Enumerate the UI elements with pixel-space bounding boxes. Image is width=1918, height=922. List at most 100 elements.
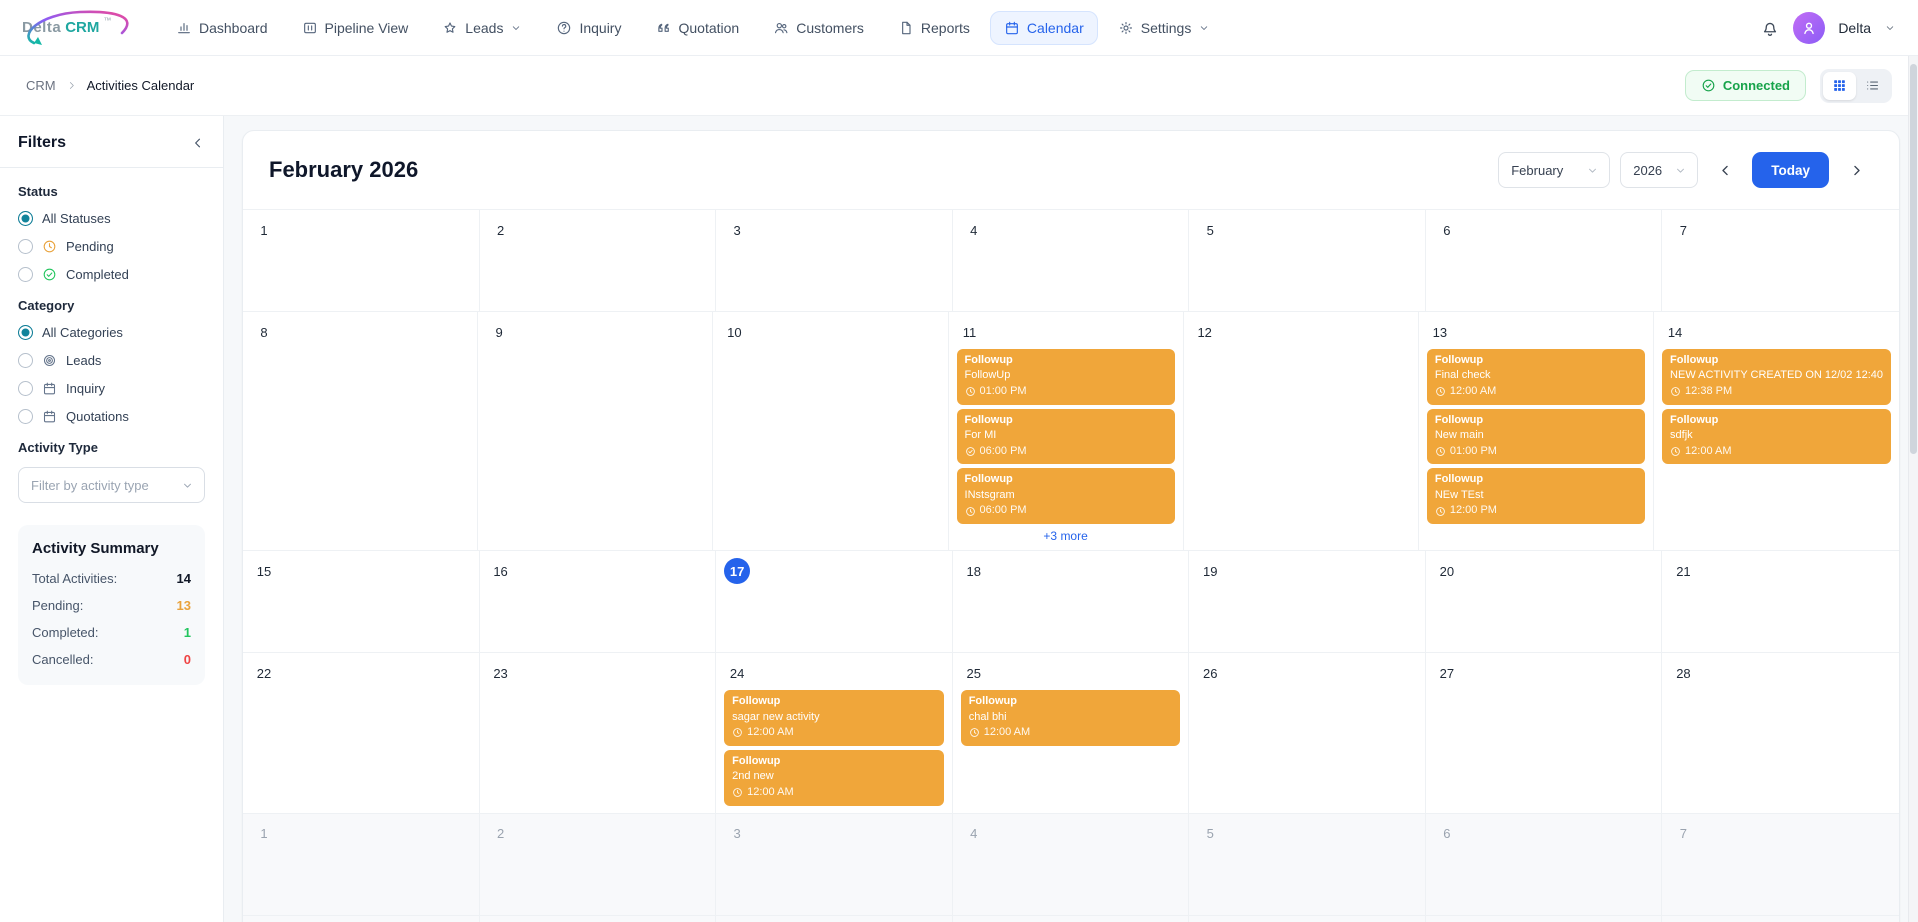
user-name[interactable]: Delta <box>1838 20 1871 36</box>
nav-item-pipeline-view[interactable]: Pipeline View <box>288 11 423 45</box>
day-cell[interactable]: 28 <box>1662 653 1899 812</box>
day-cell[interactable]: 25Followupchal bhi12:00 AM <box>953 653 1190 812</box>
radio-indicator[interactable] <box>18 353 33 368</box>
month-select[interactable]: February <box>1498 152 1610 188</box>
day-cell[interactable]: 3 <box>716 814 953 915</box>
day-cell[interactable]: 23 <box>480 653 717 812</box>
nav-item-inquiry[interactable]: Inquiry <box>542 11 635 45</box>
day-cell[interactable]: 12 <box>1189 916 1426 922</box>
nav-item-calendar[interactable]: Calendar <box>990 11 1098 45</box>
nav-item-leads[interactable]: Leads <box>428 11 536 45</box>
day-cell[interactable]: 1 <box>243 210 480 311</box>
radio-option-leads[interactable]: Leads <box>18 353 205 368</box>
day-cell[interactable]: 11 <box>953 916 1190 922</box>
grid-view-button[interactable] <box>1823 72 1856 100</box>
day-cell[interactable]: 2 <box>480 814 717 915</box>
avatar[interactable] <box>1793 12 1825 44</box>
day-cell[interactable]: 21 <box>1662 551 1899 652</box>
event-chip[interactable]: FollowupNew main01:00 PM <box>1427 409 1645 465</box>
day-cell[interactable]: 2 <box>480 210 717 311</box>
day-cell[interactable]: 22 <box>243 653 480 812</box>
day-cell[interactable]: 7 <box>1662 814 1899 915</box>
user-menu-chevron-down-icon[interactable] <box>1884 22 1896 34</box>
day-cell[interactable]: 14FollowupNEW ACTIVITY CREATED ON 12/02 … <box>1654 312 1899 550</box>
summary-row-label: Total Activities: <box>32 571 117 586</box>
day-cell[interactable]: 24Followupsagar new activity12:00 AMFoll… <box>716 653 953 812</box>
event-type: Followup <box>1435 353 1637 368</box>
day-cell[interactable]: 13 <box>1426 916 1663 922</box>
day-cell[interactable]: 9 <box>478 312 713 550</box>
event-chip[interactable]: FollowupFinal check12:00 AM <box>1427 349 1645 405</box>
day-cell[interactable]: 12 <box>1184 312 1419 550</box>
radio-indicator[interactable] <box>18 267 33 282</box>
day-cell[interactable]: 10 <box>716 916 953 922</box>
bell-icon[interactable] <box>1760 18 1780 38</box>
today-button[interactable]: Today <box>1752 152 1829 188</box>
event-chip[interactable]: Followup2nd new12:00 AM <box>724 750 944 806</box>
chevron-down-icon <box>1674 164 1687 177</box>
radio-indicator[interactable] <box>18 239 33 254</box>
day-cell[interactable]: 7 <box>1662 210 1899 311</box>
collapse-sidebar-chevron-left-icon[interactable] <box>191 136 205 150</box>
nav-item-quotation[interactable]: Quotation <box>641 11 753 45</box>
activity-type-select[interactable]: Filter by activity type <box>18 467 205 503</box>
radio-option-quotations[interactable]: Quotations <box>18 409 205 424</box>
radio-indicator[interactable] <box>18 409 33 424</box>
more-events-link[interactable]: +3 more <box>957 529 1175 543</box>
radio-indicator[interactable] <box>18 325 33 340</box>
radio-option-all-categories[interactable]: All Categories <box>18 325 205 340</box>
event-chip[interactable]: FollowupNEW ACTIVITY CREATED ON 12/02 12… <box>1662 349 1891 405</box>
day-cell[interactable]: 6 <box>1426 210 1663 311</box>
check-circle-icon <box>42 267 57 282</box>
next-month-button[interactable] <box>1839 153 1873 187</box>
radio-option-completed[interactable]: Completed <box>18 267 205 282</box>
day-cell[interactable]: 9 <box>480 916 717 922</box>
day-cell[interactable]: 5 <box>1189 210 1426 311</box>
day-cell[interactable]: 6 <box>1426 814 1663 915</box>
day-cell[interactable]: 18 <box>953 551 1190 652</box>
nav-item-customers[interactable]: Customers <box>759 11 878 45</box>
day-cell[interactable]: 11FollowupFollowUp01:00 PMFollowupFor MI… <box>949 312 1184 550</box>
prev-month-button[interactable] <box>1708 153 1742 187</box>
day-cell[interactable]: 20 <box>1426 551 1663 652</box>
day-cell[interactable]: 15 <box>243 551 480 652</box>
event-chip[interactable]: FollowupFollowUp01:00 PM <box>957 349 1175 405</box>
day-cell[interactable]: 19 <box>1189 551 1426 652</box>
radio-option-inquiry[interactable]: Inquiry <box>18 381 205 396</box>
day-cell[interactable]: 14 <box>1662 916 1899 922</box>
day-number: 6 <box>1434 821 1460 847</box>
event-chip[interactable]: FollowupNEw TEst12:00 PM <box>1427 468 1645 524</box>
nav-item-dashboard[interactable]: Dashboard <box>162 11 282 45</box>
nav-item-reports[interactable]: Reports <box>884 11 984 45</box>
nav-item-settings[interactable]: Settings <box>1104 11 1225 45</box>
day-cell[interactable]: 8 <box>243 916 480 922</box>
app-logo[interactable]: Delta CRM ™ <box>22 8 144 48</box>
day-cell[interactable]: 1 <box>243 814 480 915</box>
radio-option-all-statuses[interactable]: All Statuses <box>18 211 205 226</box>
event-chip[interactable]: FollowupINstsgram06:00 PM <box>957 468 1175 524</box>
day-cell[interactable]: 10 <box>713 312 948 550</box>
breadcrumb-root[interactable]: CRM <box>26 78 56 93</box>
radio-option-pending[interactable]: Pending <box>18 239 205 254</box>
day-cell[interactable]: 17 <box>716 551 953 652</box>
day-cell[interactable]: 26 <box>1189 653 1426 812</box>
radio-indicator[interactable] <box>18 381 33 396</box>
event-chip[interactable]: Followupsagar new activity12:00 AM <box>724 690 944 746</box>
day-cell[interactable]: 27 <box>1426 653 1663 812</box>
event-chip[interactable]: FollowupFor MI06:00 PM <box>957 409 1175 465</box>
day-cell[interactable]: 16 <box>480 551 717 652</box>
radio-indicator[interactable] <box>18 211 33 226</box>
scrollbar-thumb[interactable] <box>1910 64 1917 454</box>
status-radio-group: All Statuses Pending Completed <box>18 211 205 282</box>
year-select[interactable]: 2026 <box>1620 152 1698 188</box>
day-cell[interactable]: 13FollowupFinal check12:00 AMFollowupNew… <box>1419 312 1654 550</box>
event-chip[interactable]: Followupsdfjk12:00 AM <box>1662 409 1891 465</box>
day-cell[interactable]: 4 <box>953 814 1190 915</box>
day-cell[interactable]: 5 <box>1189 814 1426 915</box>
day-cell[interactable]: 4 <box>953 210 1190 311</box>
page-scrollbar[interactable] <box>1908 56 1918 922</box>
event-chip[interactable]: Followupchal bhi12:00 AM <box>961 690 1181 746</box>
day-cell[interactable]: 3 <box>716 210 953 311</box>
list-view-button[interactable] <box>1856 72 1889 100</box>
day-cell[interactable]: 8 <box>243 312 478 550</box>
